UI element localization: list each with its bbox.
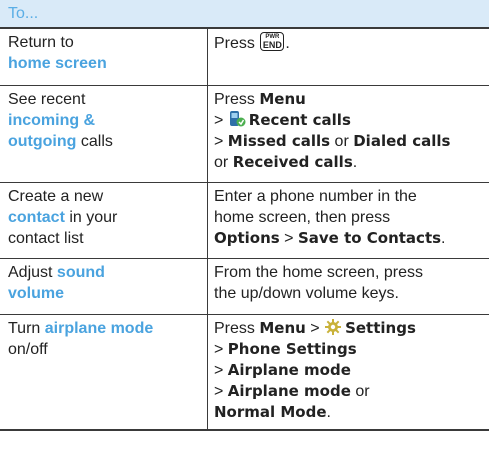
task-cell: Create a new contact in your contact lis… (0, 183, 207, 258)
how-text: or (334, 133, 349, 150)
phone-settings-label: Phone Settings (227, 340, 357, 358)
task-highlight: sound (56, 264, 105, 281)
how-text: > (214, 112, 224, 129)
table-row: Return to home screen Press PWR END . (0, 29, 489, 86)
instructions-table: To... Return to home screen Press PWR EN… (0, 0, 489, 431)
how-cell: Press Menu > Recent calls > Missed calls… (207, 86, 489, 182)
task-text: on/off (8, 341, 48, 358)
task-text: See recent (8, 91, 86, 108)
how-text: the up/down volume keys. (214, 285, 399, 302)
menu-key-label: Menu (259, 319, 306, 337)
table-row: See recent incoming & outgoing calls Pre… (0, 86, 489, 183)
task-text: Create a new (8, 188, 104, 205)
task-highlight: airplane mode (44, 320, 154, 337)
key-bottom-label: END (262, 40, 282, 50)
how-cell: Press PWR END . (207, 29, 489, 85)
power-end-key-icon: PWR END (260, 32, 285, 51)
task-cell: Return to home screen (0, 29, 207, 85)
task-text: calls (80, 133, 113, 150)
table-row: Adjust sound volume From the home screen… (0, 259, 489, 315)
how-text: Press (214, 320, 255, 337)
how-text: . (441, 230, 446, 247)
task-cell: Adjust sound volume (0, 259, 207, 314)
how-text: . (352, 154, 358, 171)
task-cell: Turn airplane mode on/off (0, 315, 207, 429)
how-text: > (214, 133, 224, 150)
menu-key-label: Menu (259, 90, 306, 108)
header-title: To... (8, 5, 39, 22)
how-text: . (326, 404, 331, 421)
table-row: Create a new contact in your contact lis… (0, 183, 489, 259)
how-text: > (214, 383, 224, 400)
settings-gear-icon (325, 319, 342, 335)
how-text: home screen, then press (214, 209, 391, 226)
how-text: Press (214, 91, 255, 108)
task-highlight: home screen (8, 55, 107, 72)
table-row: Turn airplane mode on/off Press Menu > S… (0, 315, 489, 431)
how-text: or (214, 154, 229, 171)
received-calls-label: Received calls (232, 153, 353, 171)
how-text: > (310, 320, 320, 337)
how-text: > (284, 230, 294, 247)
normal-mode-label: Normal Mode (214, 403, 327, 421)
how-cell: Press Menu > Settings > Phone Settings >… (207, 315, 489, 429)
how-cell: Enter a phone number in the home screen,… (207, 183, 489, 258)
airplane-mode-label: Airplane mode (227, 361, 351, 379)
save-to-contacts-label: Save to Contacts (297, 229, 442, 247)
how-text: or (355, 383, 370, 400)
how-text: > (214, 341, 224, 358)
task-cell: See recent incoming & outgoing calls (0, 86, 207, 182)
task-highlight: outgoing (8, 133, 77, 150)
task-highlight: volume (8, 285, 65, 302)
settings-label: Settings (345, 319, 416, 337)
how-cell: From the home screen, press the up/down … (207, 259, 489, 314)
task-highlight: incoming & (8, 112, 96, 129)
task-text: Return to (8, 34, 74, 51)
recent-calls-label: Recent calls (248, 111, 351, 129)
table-header: To... (0, 0, 489, 29)
recent-calls-icon (229, 111, 246, 127)
how-text: > (214, 362, 224, 379)
how-text: Enter a phone number in the (214, 188, 417, 205)
task-highlight: contact (8, 209, 65, 226)
options-label: Options (214, 229, 280, 247)
dialed-calls-label: Dialed calls (353, 132, 451, 150)
task-text: Adjust (8, 264, 53, 281)
how-text: From the home screen, press (214, 264, 423, 281)
missed-calls-label: Missed calls (227, 132, 331, 150)
how-text: Press (214, 35, 255, 52)
task-text: in your (69, 209, 118, 226)
airplane-mode-option-label: Airplane mode (227, 382, 351, 400)
task-text: Turn (8, 320, 41, 337)
how-text: . (285, 35, 290, 52)
task-text: contact list (8, 230, 84, 247)
